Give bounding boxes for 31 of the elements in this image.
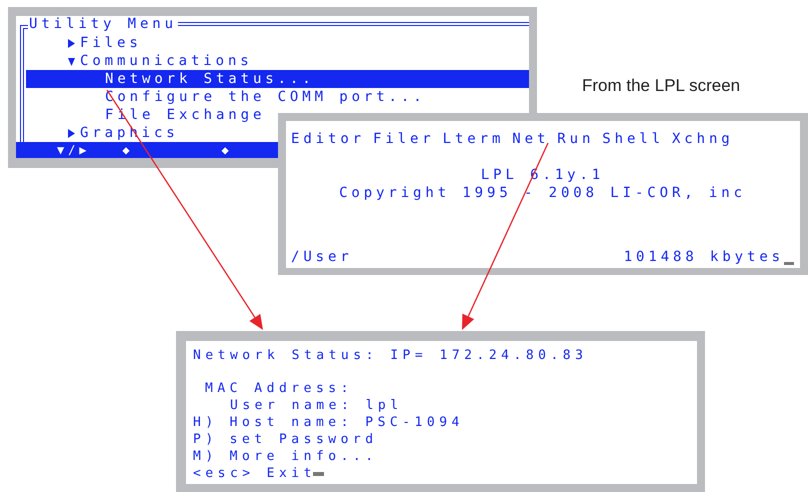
menu-item[interactable]: Run (557, 130, 594, 148)
status-key: ▼/▶ (57, 142, 90, 158)
option-key[interactable]: P) (193, 431, 218, 448)
field-text: User name: lpl (230, 397, 403, 414)
path-text: /User (291, 248, 353, 266)
menu-item[interactable]: Filer (372, 130, 435, 148)
menu-item[interactable]: Shell (602, 130, 664, 148)
option-label[interactable]: More info... (230, 448, 378, 465)
status-key: ◆ (222, 142, 233, 158)
option-label[interactable]: set Password (230, 431, 378, 448)
menu-item[interactable]: Xchng (672, 130, 734, 148)
menu-item[interactable]: Communications (26, 52, 253, 70)
status-title: Network Status: IP= 172.24.80.83 (193, 347, 588, 364)
text-cursor (784, 262, 794, 265)
option-label[interactable]: Exit (266, 465, 316, 482)
section-label: MAC Address: (205, 380, 353, 397)
option-label[interactable]: Host name: PSC-1094 (230, 414, 464, 431)
menu-item[interactable]: Network Status... (26, 70, 529, 88)
option-key[interactable]: M) (193, 448, 218, 465)
copyright-text: Copyright 1995 - 2008 LI-COR, inc (339, 184, 746, 202)
menu-item[interactable]: Editor (291, 130, 365, 148)
memory-text: 101488 kbytes (624, 248, 784, 266)
menu-item[interactable]: Lterm (442, 130, 504, 148)
menu-title: Utility Menu (28, 16, 178, 32)
menu-item[interactable]: Files (26, 34, 142, 52)
text-cursor (312, 472, 324, 476)
option-key[interactable]: H) (193, 414, 218, 431)
figure-caption: From the LPL screen (582, 76, 740, 95)
menu-item[interactable]: Net (512, 130, 550, 148)
option-key[interactable]: <esc> (193, 465, 255, 482)
status-key: ◆ (122, 142, 134, 158)
